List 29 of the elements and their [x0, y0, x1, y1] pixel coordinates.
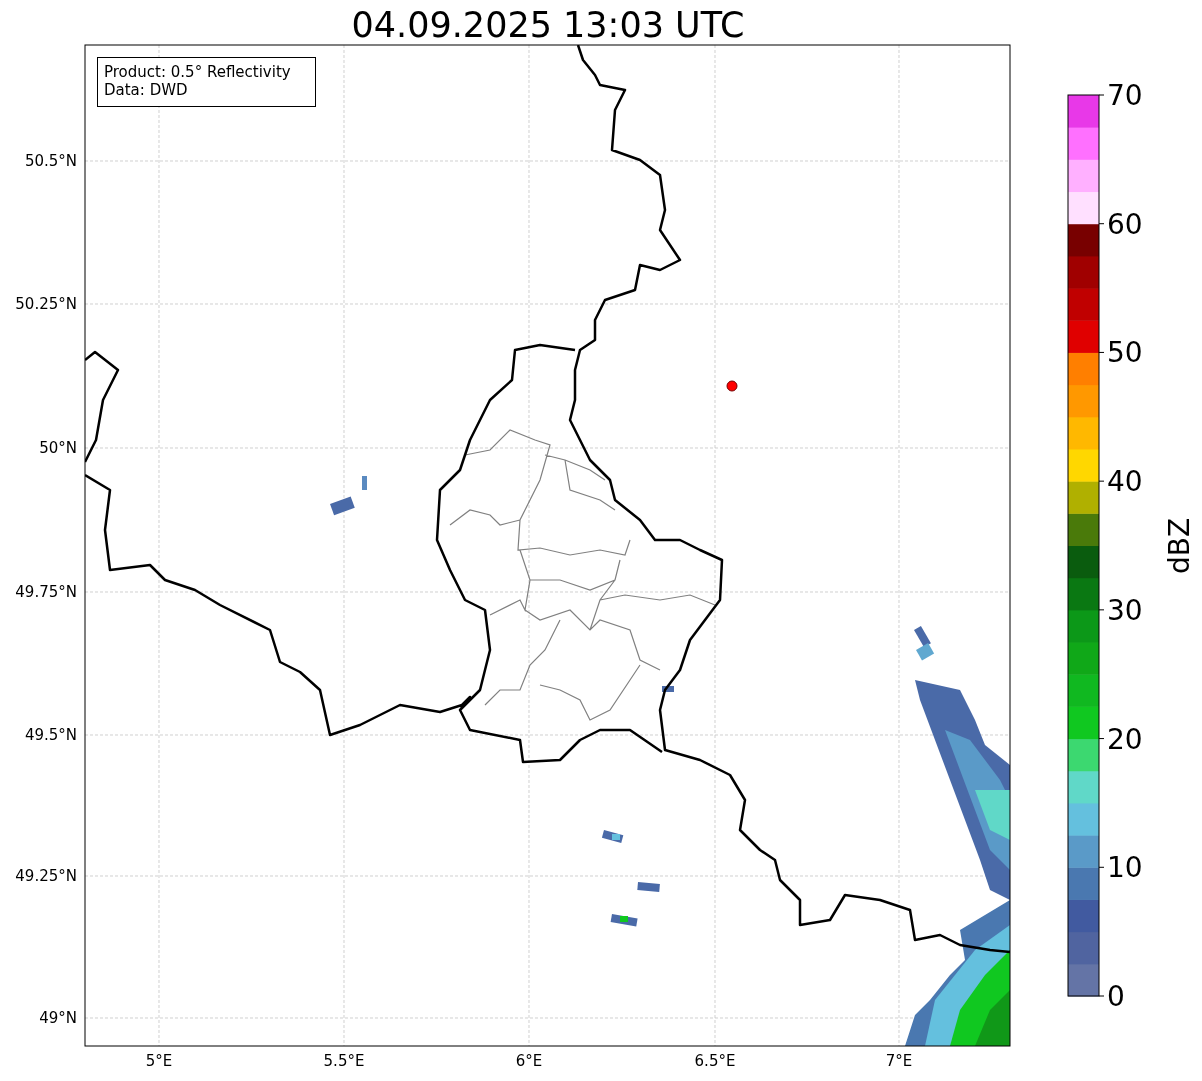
- longitude-label: 7°E: [885, 1052, 913, 1070]
- latitude-label: 50°N: [39, 439, 77, 457]
- colorbar-tick-label: 20: [1107, 722, 1143, 756]
- colorbar-tick-label: 50: [1107, 336, 1143, 370]
- longitude-label: 6.5°E: [694, 1052, 736, 1070]
- colorbar-tick-label: 30: [1107, 593, 1143, 627]
- colorbar-tick-label: 10: [1107, 851, 1143, 885]
- plot-title: 04.09.2025 13:03 UTC: [351, 5, 745, 45]
- radar-echo: [362, 476, 367, 490]
- colorbar-label: dBZ: [1163, 517, 1196, 575]
- longitude-label: 5°E: [145, 1052, 173, 1070]
- radar-echo: [914, 626, 931, 648]
- info-text: Data: DWD: [104, 81, 188, 99]
- colorbar-tick-label: 60: [1107, 207, 1143, 241]
- latitude-label: 50.25°N: [15, 295, 77, 313]
- latitude-label: 49.75°N: [15, 583, 77, 601]
- info-text: Product: 0.5° Reflectivity: [104, 63, 291, 81]
- radar-site-marker: [726, 380, 738, 392]
- radar-echo: [637, 882, 660, 892]
- radar-echo: [662, 686, 674, 692]
- latitude-label: 49°N: [39, 1009, 77, 1027]
- longitude-label: 5.5°E: [323, 1052, 365, 1070]
- longitude-label: 6°E: [515, 1052, 543, 1070]
- latitude-label: 49.25°N: [15, 867, 77, 885]
- colorbar-tick-label: 70: [1107, 79, 1143, 112]
- colorbar-tick-label: 40: [1107, 465, 1143, 499]
- colorbar-tick-label: 0: [1107, 980, 1125, 1013]
- latitude-label: 50.5°N: [24, 152, 77, 170]
- latitude-label: 49.5°N: [24, 726, 77, 744]
